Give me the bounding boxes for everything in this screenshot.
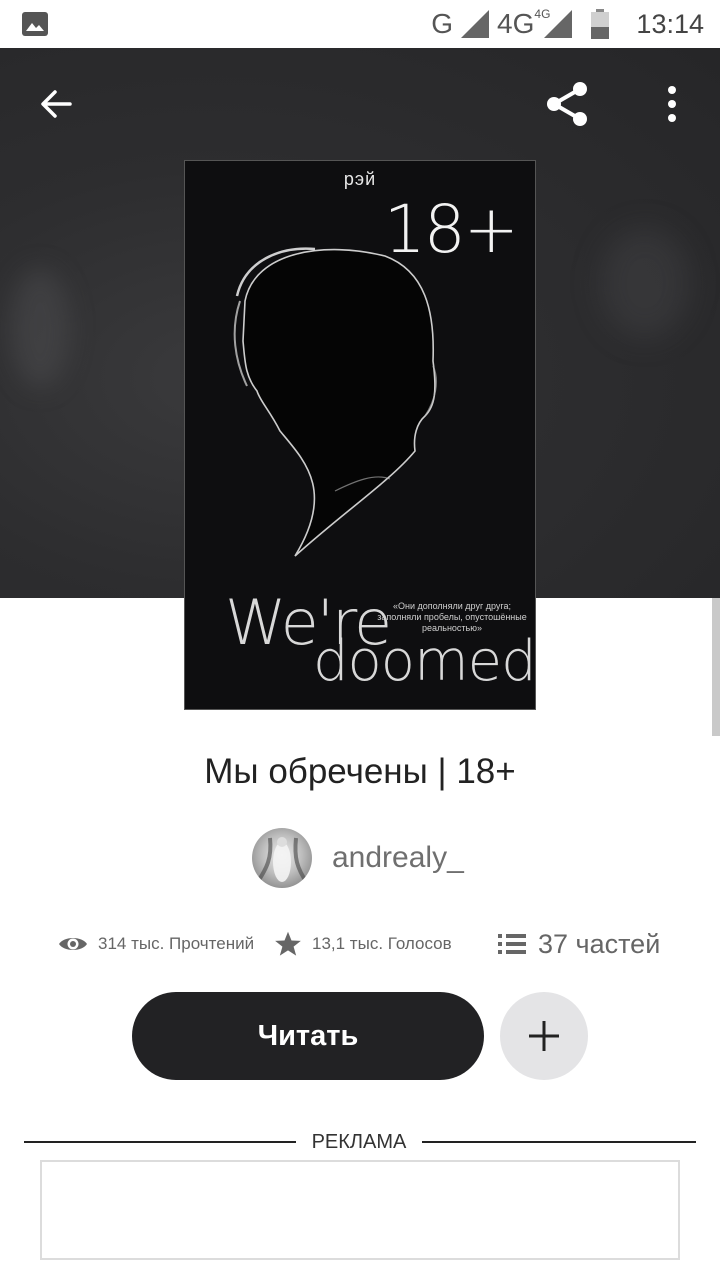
story-title: Мы обречены | 18+	[204, 752, 516, 791]
ad-header: РЕКЛАМА	[24, 1130, 696, 1154]
cover-rating: 18+	[383, 191, 519, 268]
arrow-left-icon	[41, 90, 72, 118]
battery-icon	[591, 9, 610, 39]
cover-author: рэй	[343, 169, 377, 189]
more-vertical-icon	[668, 86, 676, 122]
more-options-button[interactable]	[642, 74, 702, 134]
story-stats: 314 тыс. Прочтений 13,1 тыс. Голосов 37 …	[58, 924, 678, 964]
network-4g-label: 4G	[497, 8, 535, 39]
star-icon	[275, 931, 301, 956]
clock: 13:14	[636, 8, 704, 39]
votes-stat: 13,1 тыс. Голосов	[274, 924, 452, 964]
avatar	[252, 828, 312, 888]
reads-count: 314 тыс. Прочтений	[98, 934, 255, 953]
ad-divider-left	[24, 1141, 296, 1143]
cover-title-line2: doomed	[313, 629, 536, 694]
parts-stat[interactable]: 37 частей	[498, 924, 660, 964]
reads-stat: 314 тыс. Прочтений	[58, 924, 254, 964]
book-cover[interactable]: рэй 18+ We're «Они дополняли друг друга;…	[184, 160, 536, 710]
ad-divider-right	[422, 1141, 696, 1143]
network-4g-small-label: 4G	[534, 7, 551, 21]
signal-icon	[461, 10, 490, 38]
avatar-image	[255, 837, 309, 885]
share-icon	[547, 82, 587, 126]
image-notification-icon	[22, 12, 48, 36]
read-button[interactable]: Читать	[132, 992, 484, 1080]
status-indicators: G 4G 4G 13:14	[431, 6, 704, 42]
add-to-library-button[interactable]	[500, 992, 588, 1080]
back-button[interactable]	[26, 74, 86, 134]
status-bar: G 4G 4G 13:14	[0, 0, 720, 48]
eye-icon	[59, 938, 87, 950]
ad-label: РЕКЛАМА	[311, 1131, 407, 1153]
scrollbar[interactable]	[712, 598, 720, 736]
ad-container[interactable]	[40, 1160, 680, 1260]
plus-icon	[529, 1021, 559, 1051]
share-button[interactable]	[537, 74, 597, 134]
network-g-label: G	[431, 8, 454, 39]
author-link[interactable]: andrealy_	[252, 827, 464, 889]
votes-count: 13,1 тыс. Голосов	[312, 934, 452, 953]
parts-count: 37 частей	[538, 928, 661, 959]
author-name: andrealy_	[332, 841, 464, 874]
list-icon	[498, 934, 526, 954]
